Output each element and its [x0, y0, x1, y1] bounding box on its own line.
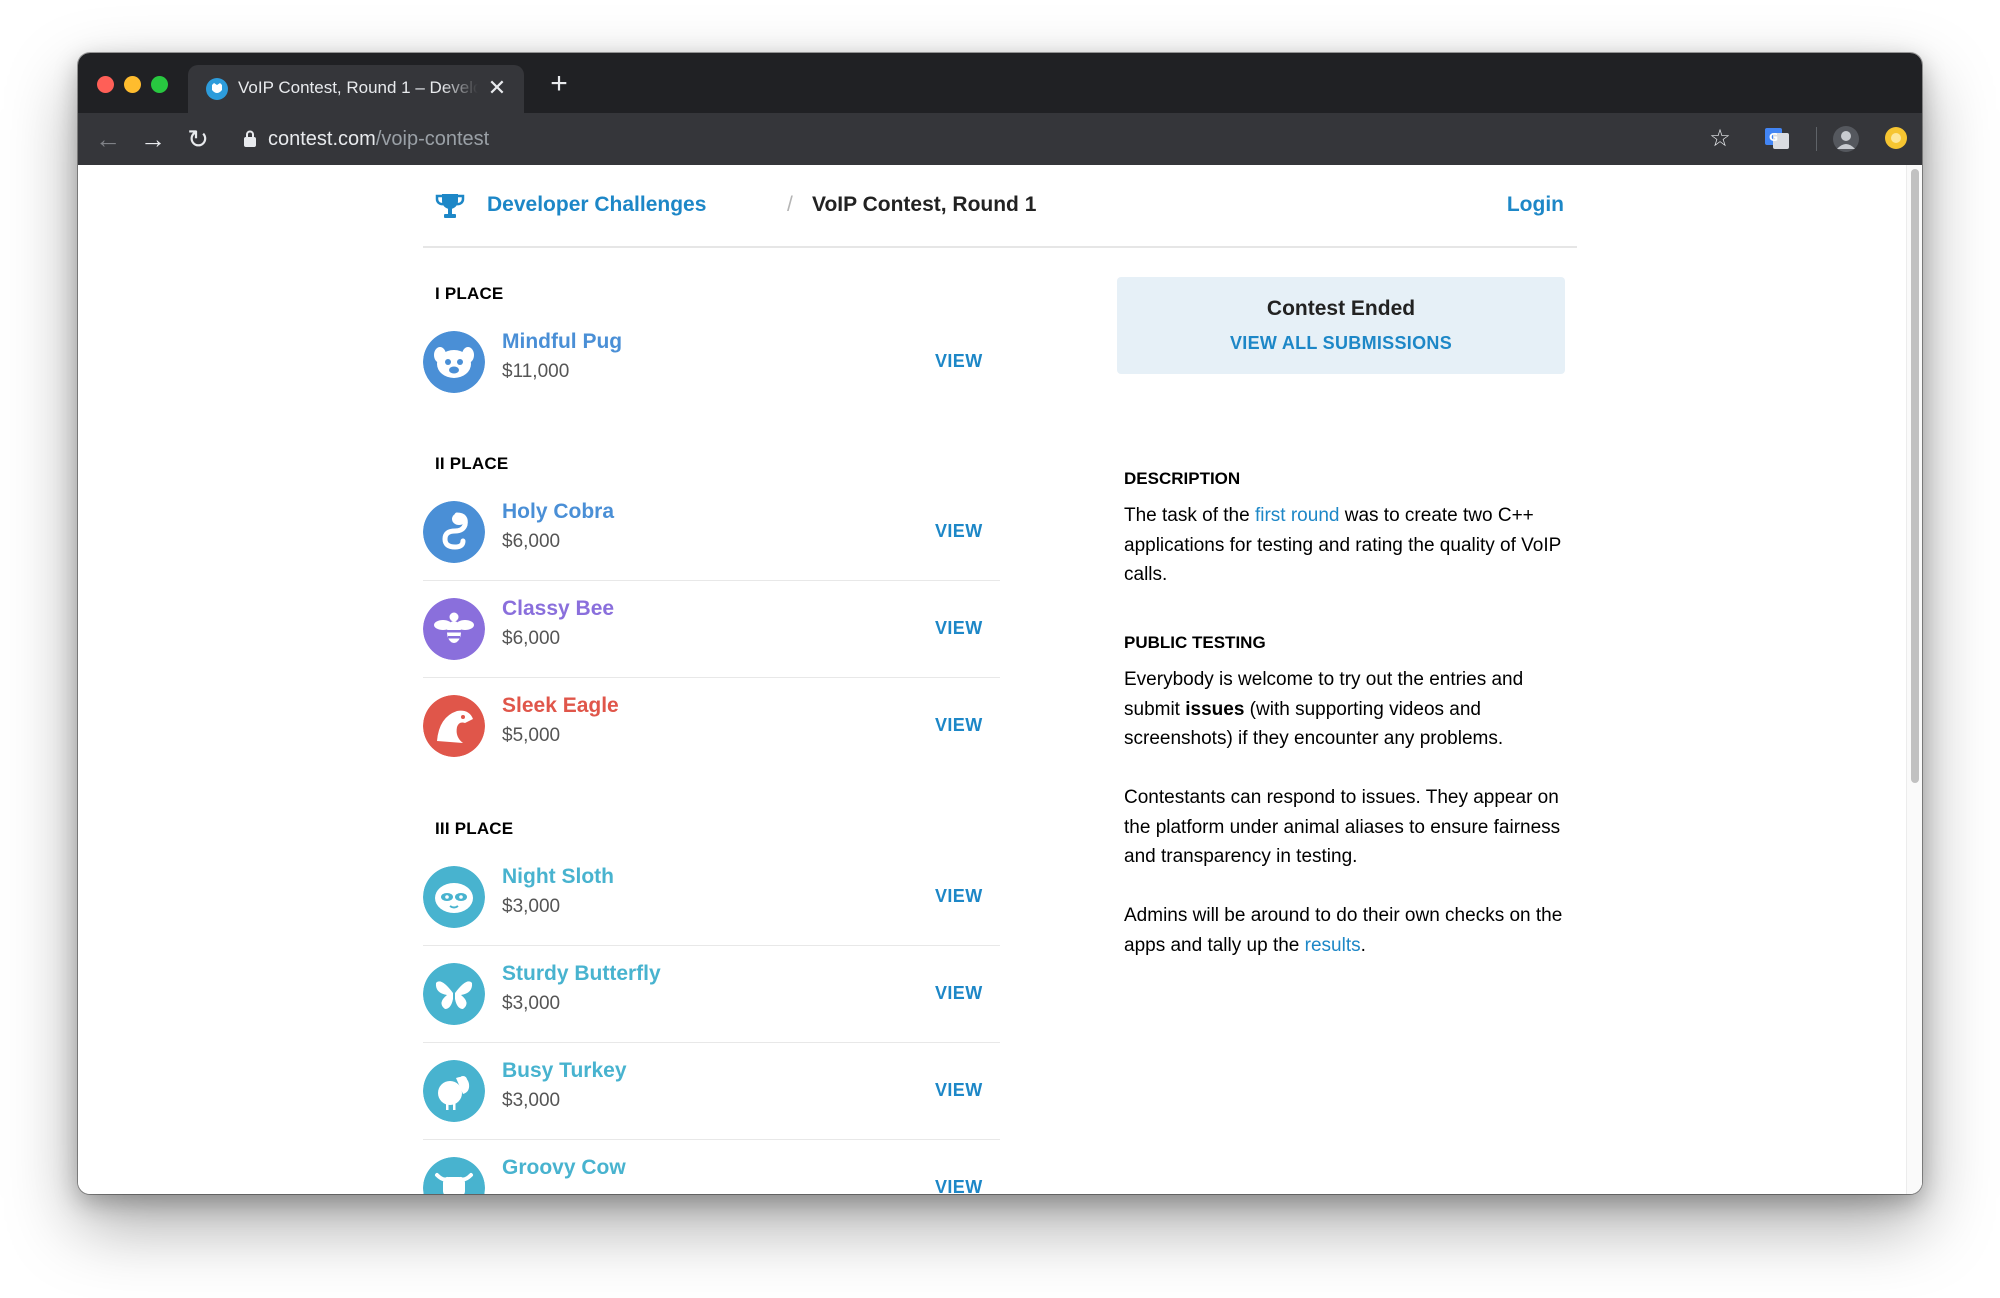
new-tab-button[interactable]: + — [544, 69, 574, 99]
page-header: Developer Challenges / VoIP Contest, Rou… — [423, 165, 1577, 248]
tab-strip: VoIP Contest, Round 1 – Developer Challe… — [78, 53, 1922, 113]
view-button[interactable]: VIEW — [935, 351, 983, 372]
view-button[interactable]: VIEW — [935, 886, 983, 907]
extension-icon[interactable] — [1882, 125, 1910, 153]
view-button[interactable]: VIEW — [935, 715, 983, 736]
entry-mindful-pug: Mindful Pug $11,000 VIEW — [423, 314, 1000, 411]
butterfly-icon — [423, 963, 485, 1025]
cow-icon — [423, 1157, 485, 1194]
back-arrow-icon[interactable]: ← — [94, 125, 122, 153]
entry-sturdy-butterfly: Sturdy Butterfly $3,000 VIEW — [423, 946, 1000, 1043]
view-all-submissions-link[interactable]: VIEW ALL SUBMISSIONS — [1117, 333, 1565, 354]
place-heading: III PLACE — [435, 819, 514, 838]
entry-prize: $11,000 — [502, 361, 570, 382]
entry-night-sloth: Night Sloth $3,000 VIEW — [423, 849, 1000, 946]
entry-prize: $6,000 — [502, 628, 561, 649]
entry-name[interactable]: Night Sloth — [502, 865, 614, 889]
entry-name[interactable]: Mindful Pug — [502, 330, 622, 354]
url-path: /voip-contest — [375, 128, 490, 150]
public-testing-heading: PUBLIC TESTING — [1124, 633, 1266, 652]
view-button[interactable]: VIEW — [935, 521, 983, 542]
turkey-icon — [423, 1060, 485, 1122]
entry-prize: $3,000 — [502, 993, 561, 1014]
entry-prize: $3,000 — [502, 896, 561, 917]
entry-prize: $3,000 — [502, 1090, 561, 1111]
sloth-icon — [423, 866, 485, 928]
eagle-icon — [423, 695, 485, 757]
profile-avatar-icon[interactable] — [1832, 125, 1860, 153]
description-text-part: The task of the — [1124, 505, 1255, 526]
browser-toolbar: ← → ↻ contest.com/voip-contest ☆ G — [78, 113, 1922, 165]
url-host: contest.com — [268, 128, 376, 150]
browser-window: VoIP Contest, Round 1 – Developer Challe… — [78, 53, 1922, 1194]
bookmark-star-icon[interactable]: ☆ — [1706, 125, 1734, 153]
trophy-icon — [435, 194, 465, 218]
view-button[interactable]: VIEW — [935, 618, 983, 639]
entry-classy-bee: Classy Bee $6,000 VIEW — [423, 581, 1000, 678]
first-round-link[interactable]: first round — [1255, 505, 1339, 526]
entry-prize: $6,000 — [502, 531, 561, 552]
minimize-window-button[interactable] — [124, 76, 141, 93]
place-heading: I PLACE — [435, 284, 504, 303]
entry-name[interactable]: Classy Bee — [502, 597, 614, 621]
entry-name[interactable]: Busy Turkey — [502, 1059, 627, 1083]
page-viewport: Developer Challenges / VoIP Contest, Rou… — [78, 165, 1922, 1194]
entry-busy-turkey: Busy Turkey $3,000 VIEW — [423, 1043, 1000, 1140]
view-button[interactable]: VIEW — [935, 983, 983, 1004]
testing-paragraph-3: Admins will be around to do their own ch… — [1124, 901, 1564, 960]
results-link[interactable]: results — [1305, 935, 1361, 956]
close-window-button[interactable] — [97, 76, 114, 93]
browser-tab[interactable]: VoIP Contest, Round 1 – Developer Challe… — [188, 65, 524, 113]
toolbar-divider — [1816, 127, 1817, 151]
cobra-icon — [423, 501, 485, 563]
entry-name[interactable]: Groovy Cow — [502, 1156, 626, 1180]
entry-name[interactable]: Sleek Eagle — [502, 694, 619, 718]
lock-icon — [244, 130, 256, 147]
place-heading: II PLACE — [435, 454, 509, 473]
pug-icon — [423, 331, 485, 393]
contest-favicon-icon — [206, 78, 228, 100]
entry-holy-cobra: Holy Cobra $6,000 VIEW — [423, 484, 1000, 581]
url-text: contest.com/voip-contest — [268, 128, 489, 151]
translate-icon[interactable]: G — [1763, 125, 1791, 153]
issues-emphasis: issues — [1185, 698, 1245, 720]
login-link[interactable]: Login — [1507, 193, 1564, 217]
view-button[interactable]: VIEW — [935, 1080, 983, 1101]
tab-title: VoIP Contest, Round 1 – Developer Challe… — [238, 78, 478, 97]
breadcrumb-developer-challenges[interactable]: Developer Challenges — [487, 193, 706, 217]
description-heading: DESCRIPTION — [1124, 469, 1241, 488]
entry-name[interactable]: Sturdy Butterfly — [502, 962, 661, 986]
testing-paragraph-2: Contestants can respond to issues. They … — [1124, 787, 1561, 867]
entry-sleek-eagle: Sleek Eagle $5,000 VIEW — [423, 678, 1000, 775]
entry-prize: $5,000 — [502, 725, 561, 746]
tab-close-icon[interactable]: ✕ — [486, 77, 508, 99]
testing-text-part: . — [1360, 934, 1366, 956]
view-button[interactable]: VIEW — [935, 1177, 983, 1194]
contest-ended-panel: Contest Ended VIEW ALL SUBMISSIONS — [1117, 277, 1565, 374]
forward-arrow-icon[interactable]: → — [139, 125, 167, 153]
scrollbar-thumb[interactable] — [1911, 169, 1919, 783]
page-scrollbar[interactable] — [1906, 165, 1922, 1194]
entry-groovy-cow: Groovy Cow VIEW — [423, 1140, 1000, 1194]
maximize-window-button[interactable] — [151, 76, 168, 93]
breadcrumb-separator: / — [787, 193, 793, 216]
testing-paragraph-1: Everybody is welcome to try out the entr… — [1124, 665, 1564, 754]
description-text: The task of the first round was to creat… — [1124, 501, 1564, 590]
contest-page: Developer Challenges / VoIP Contest, Rou… — [423, 165, 1577, 1194]
breadcrumb-current: VoIP Contest, Round 1 — [812, 193, 1037, 216]
svg-text:G: G — [1769, 131, 1778, 144]
address-bar[interactable]: contest.com/voip-contest — [228, 120, 1778, 158]
contest-ended-title: Contest Ended — [1266, 297, 1416, 320]
reload-icon[interactable]: ↻ — [184, 125, 212, 153]
entry-name[interactable]: Holy Cobra — [502, 500, 614, 524]
bee-icon — [423, 598, 485, 660]
